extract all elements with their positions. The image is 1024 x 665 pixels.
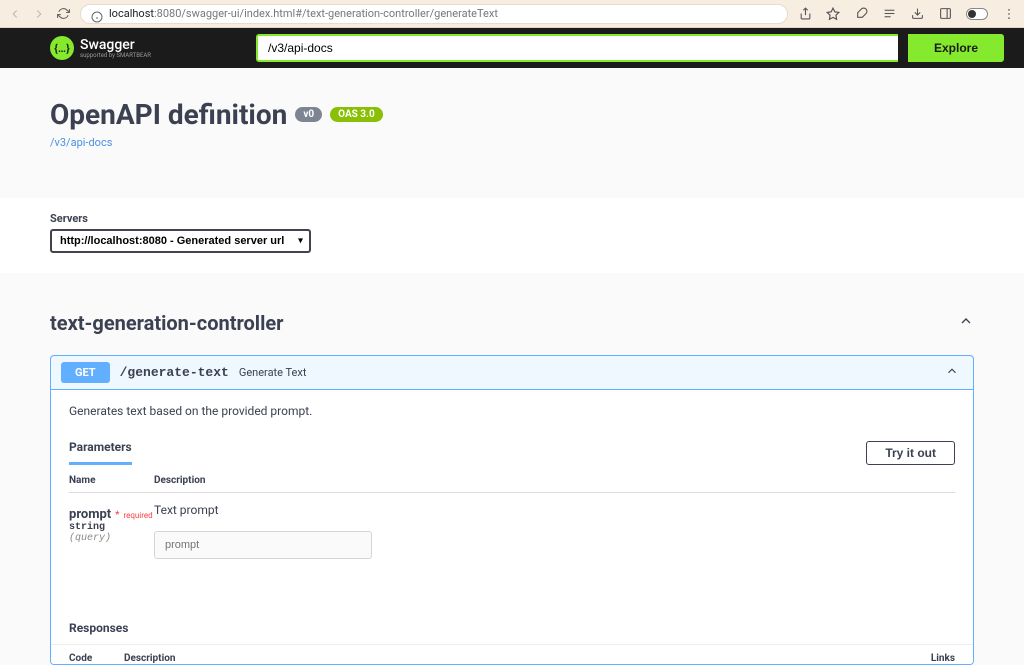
reload-button[interactable]: [56, 7, 70, 21]
profile-toggle[interactable]: [966, 8, 988, 20]
parameters-tab: Parameters: [69, 440, 132, 465]
param-type: string: [69, 522, 154, 533]
panel-icon[interactable]: [938, 7, 952, 21]
server-select[interactable]: http://localhost:8080 - Generated server…: [50, 229, 311, 253]
parameter-row: prompt * required string (query) Text pr…: [69, 503, 955, 559]
param-input[interactable]: [154, 531, 372, 559]
url-text: localhost:8080/swagger-ui/index.html#/te…: [109, 7, 498, 20]
star-icon[interactable]: [826, 7, 840, 21]
required-star: *: [115, 510, 119, 521]
info-icon: [91, 8, 103, 20]
operation-path: /generate-text: [120, 365, 229, 380]
spec-url-input[interactable]: [256, 34, 898, 62]
resp-links-header: Links: [931, 653, 955, 664]
operation-block: GET /generate-text Generate Text Generat…: [50, 355, 974, 665]
param-name: prompt: [69, 507, 111, 522]
swagger-logo[interactable]: {…} Swagger supported by SMARTBEAR: [50, 36, 151, 60]
url-field[interactable]: localhost:8080/swagger-ui/index.html#/te…: [80, 4, 788, 24]
download-icon[interactable]: [910, 7, 924, 21]
resp-desc-header: Description: [124, 653, 931, 664]
share-icon[interactable]: [798, 7, 812, 21]
api-docs-link[interactable]: /v3/api-docs: [50, 136, 112, 149]
operation-header[interactable]: GET /generate-text Generate Text: [51, 356, 973, 389]
swagger-header: {…} Swagger supported by SMARTBEAR Explo…: [0, 28, 1024, 68]
param-in: (query): [69, 533, 154, 544]
version-badge: v0: [295, 107, 322, 122]
chevron-up-icon: [958, 313, 974, 333]
api-title: OpenAPI definition: [50, 98, 287, 131]
try-it-out-button[interactable]: Try it out: [866, 441, 955, 465]
column-name-header: Name: [69, 475, 154, 486]
required-label: required: [123, 511, 152, 520]
column-desc-header: Description: [154, 475, 955, 486]
list-icon[interactable]: [882, 7, 896, 21]
tag-name: text-generation-controller: [50, 311, 284, 335]
tag-header[interactable]: text-generation-controller: [50, 303, 974, 343]
extensions-icon[interactable]: [854, 7, 868, 21]
swagger-brand-sub: supported by SMARTBEAR: [80, 52, 151, 59]
resp-code-header: Code: [69, 653, 124, 664]
oas-badge: OAS 3.0: [330, 107, 383, 122]
forward-button[interactable]: [32, 7, 46, 21]
operation-summary: Generate Text: [239, 366, 945, 379]
back-button[interactable]: [8, 7, 22, 21]
method-badge: GET: [61, 362, 110, 383]
servers-label: Servers: [50, 212, 974, 225]
menu-icon[interactable]: [1002, 7, 1016, 21]
browser-address-bar: localhost:8080/swagger-ui/index.html#/te…: [0, 0, 1024, 28]
swagger-brand: Swagger: [80, 37, 151, 53]
swagger-logo-icon: {…}: [50, 36, 74, 60]
responses-label: Responses: [69, 621, 128, 635]
operation-description: Generates text based on the provided pro…: [51, 390, 973, 432]
api-title-row: OpenAPI definition v0 OAS 3.0: [50, 98, 974, 131]
param-description: Text prompt: [154, 503, 955, 517]
explore-button[interactable]: Explore: [908, 34, 1004, 62]
chevron-up-icon: [945, 363, 959, 382]
